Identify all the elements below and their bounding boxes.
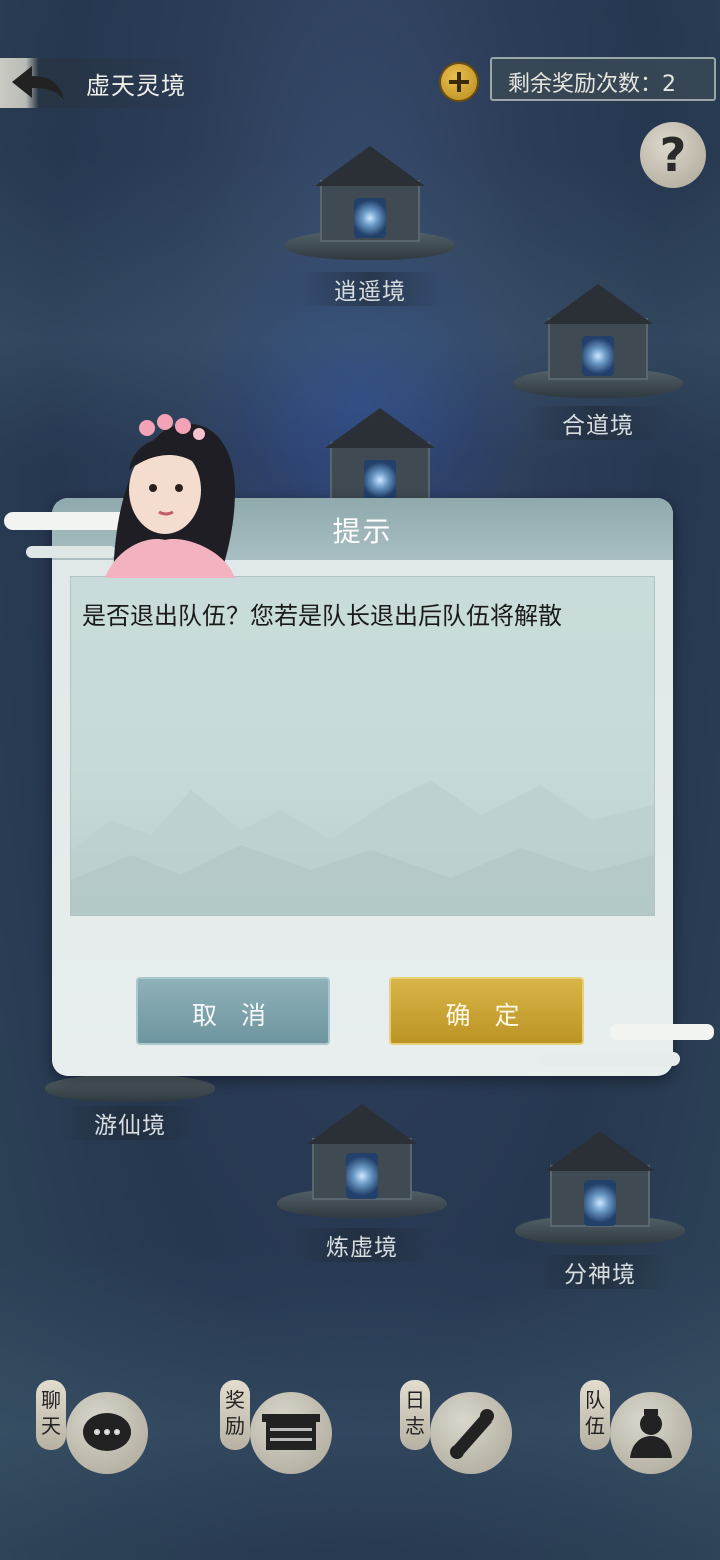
back-arrow-icon: [12, 66, 64, 100]
temple-hedao[interactable]: 合道境: [508, 278, 688, 440]
mountain-decoration: [71, 780, 654, 915]
nav-label-top: 聊: [41, 1388, 61, 1412]
nav-button-circle: [430, 1392, 512, 1474]
question-icon: ?: [659, 128, 687, 182]
add-reward-button[interactable]: [439, 62, 479, 102]
nav-label-top: 奖: [225, 1388, 245, 1412]
nav-team[interactable]: 队 伍: [580, 1380, 720, 1480]
dialog-message: 是否退出队伍？您若是队长退出后队伍将解散: [82, 602, 562, 630]
floating-island: [45, 1074, 215, 1102]
nav-button-circle: [66, 1392, 148, 1474]
confirm-button[interactable]: 确 定: [389, 977, 584, 1045]
temple-roof: [315, 146, 425, 186]
nav-tag: 队 伍: [580, 1380, 610, 1450]
cloud-decoration: [610, 1024, 714, 1040]
temple-xiaoyao[interactable]: 逍遥境: [280, 140, 460, 306]
nav-rewards[interactable]: 奖 励: [220, 1380, 370, 1480]
nav-button-circle: [250, 1392, 332, 1474]
nav-label-top: 队: [585, 1388, 605, 1412]
temple-roof: [545, 1131, 655, 1171]
portal-icon: [584, 1180, 616, 1226]
confirm-button-label: 确 定: [445, 1001, 528, 1030]
reward-counter-text: 剩余奖励次数：2: [508, 72, 676, 97]
temple-label: 逍遥境: [300, 272, 440, 306]
temple-roof: [307, 1104, 417, 1144]
temple-roof: [543, 284, 653, 324]
page-title: 虚天灵境: [86, 72, 186, 100]
temple-hidden: [290, 402, 470, 504]
portal-icon: [364, 460, 396, 500]
chat-icon: [83, 1413, 131, 1451]
nav-button-circle: [610, 1392, 692, 1474]
cancel-button[interactable]: 取 消: [136, 977, 330, 1045]
temple-label: 游仙境: [60, 1106, 200, 1140]
portal-icon: [582, 336, 614, 376]
nav-tag: 聊 天: [36, 1380, 66, 1450]
nav-label-top: 日: [405, 1388, 425, 1412]
temple-label: 炼虚境: [292, 1228, 432, 1262]
nav-tag: 日 志: [400, 1380, 430, 1450]
nav-label-bottom: 志: [405, 1414, 425, 1438]
nav-log[interactable]: 日 志: [400, 1380, 550, 1480]
team-icon: [630, 1409, 672, 1458]
nav-label-bottom: 天: [41, 1414, 61, 1438]
scroll-icon: [450, 1409, 494, 1459]
cancel-button-label: 取 消: [192, 1001, 274, 1030]
nav-label-bottom: 伍: [585, 1414, 605, 1438]
nav-tag: 奖 励: [220, 1380, 250, 1450]
portal-icon: [346, 1153, 378, 1199]
temple-label: 分神境: [530, 1255, 670, 1289]
temple-roof: [325, 408, 435, 448]
back-button[interactable]: [8, 60, 68, 106]
character-portrait: [105, 414, 235, 578]
nav-label-bottom: 励: [225, 1414, 245, 1438]
cloud-decoration: [540, 1052, 680, 1066]
temple-label: 合道境: [528, 406, 668, 440]
temple-lianxu[interactable]: 炼虚境: [272, 1098, 452, 1263]
nav-chat[interactable]: 聊 天: [36, 1380, 186, 1480]
portal-icon: [354, 198, 386, 238]
treasure-chest-icon: [262, 1414, 320, 1450]
temple-fenshen[interactable]: 分神境: [510, 1125, 690, 1290]
help-button[interactable]: ?: [640, 122, 706, 188]
